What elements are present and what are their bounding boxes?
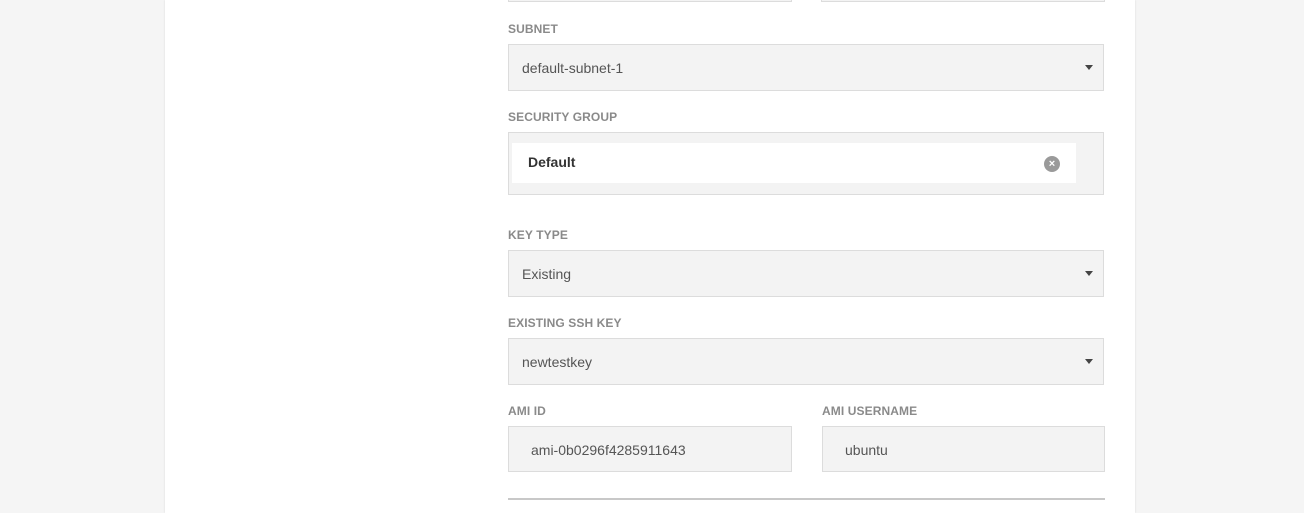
- ami-id-label: AMI ID: [508, 404, 546, 418]
- previous-field-right[interactable]: [821, 0, 1105, 2]
- key-type-select[interactable]: Existing: [508, 250, 1104, 297]
- ami-username-input[interactable]: ubuntu: [822, 426, 1105, 472]
- caret-down-icon: [1085, 271, 1093, 276]
- ami-username-value: ubuntu: [845, 442, 888, 458]
- chip-label: Default: [528, 154, 576, 170]
- subnet-select[interactable]: default-subnet-1: [508, 44, 1104, 91]
- previous-field-left[interactable]: [508, 0, 792, 2]
- subnet-value: default-subnet-1: [522, 60, 624, 76]
- key-type-value: Existing: [522, 266, 572, 282]
- ami-username-label: AMI USERNAME: [822, 404, 918, 418]
- key-type-label: KEY TYPE: [508, 228, 568, 242]
- security-group-label: SECURITY GROUP: [508, 110, 618, 124]
- close-circle-icon[interactable]: ×: [1044, 156, 1060, 172]
- ami-id-value: ami-0b0296f4285911643: [531, 442, 686, 458]
- caret-down-icon: [1085, 65, 1093, 70]
- section-divider: [508, 498, 1105, 500]
- ssh-key-value: newtestkey: [522, 354, 593, 370]
- form-card: SUBNET default-subnet-1 SECURITY GROUP D…: [165, 0, 1135, 513]
- security-group-multiselect[interactable]: Default ×: [508, 132, 1104, 195]
- caret-down-icon: [1085, 359, 1093, 364]
- subnet-label: SUBNET: [508, 22, 558, 36]
- ssh-key-select[interactable]: newtestkey: [508, 338, 1104, 385]
- ssh-key-label: EXISTING SSH KEY: [508, 316, 622, 330]
- security-group-chip: Default ×: [512, 143, 1076, 183]
- ami-id-input[interactable]: ami-0b0296f4285911643: [508, 426, 792, 472]
